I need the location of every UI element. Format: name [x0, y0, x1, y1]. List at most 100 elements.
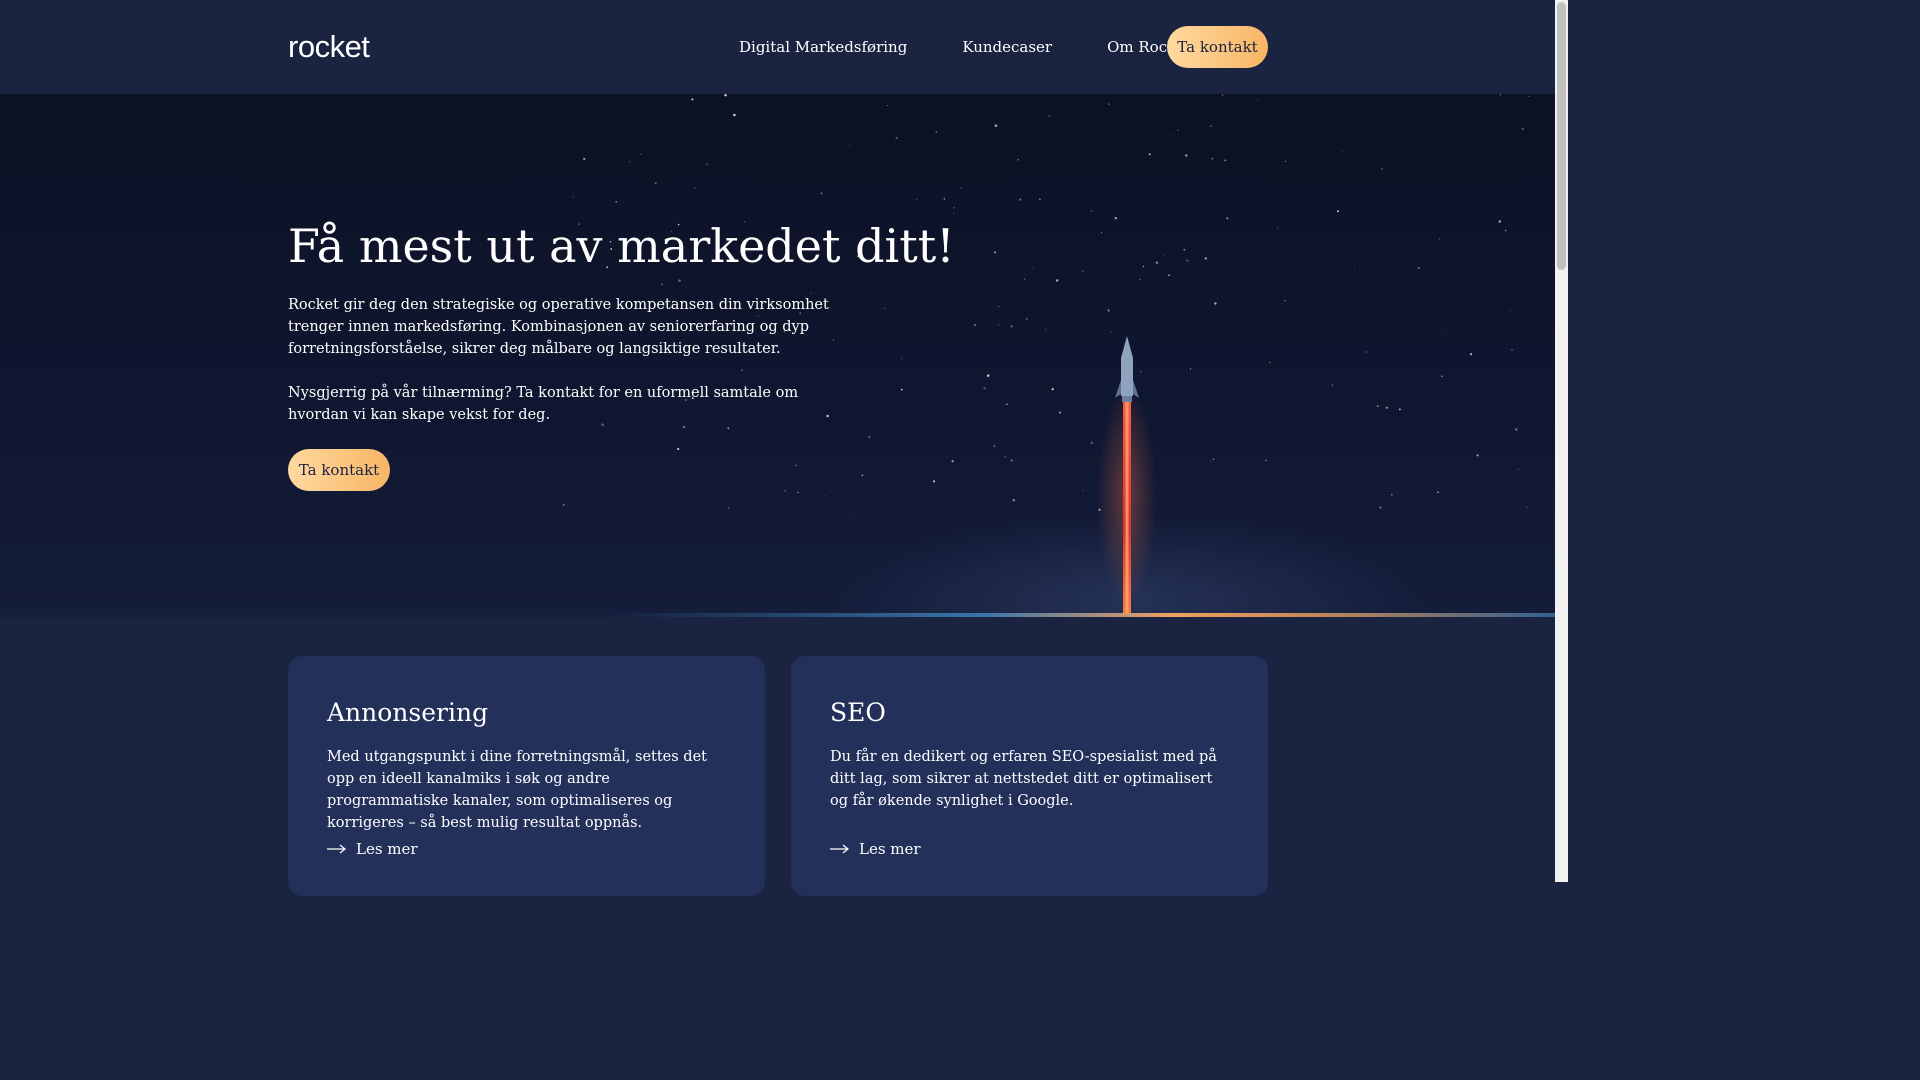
- star: [1418, 267, 1420, 269]
- star: [1331, 384, 1333, 386]
- star: [572, 196, 574, 198]
- star: [986, 374, 990, 377]
- star: [784, 490, 786, 492]
- star: [1214, 302, 1217, 305]
- rocket-logo[interactable]: rocket: [288, 30, 370, 64]
- star: [1163, 254, 1165, 256]
- star: [951, 460, 954, 463]
- star: [1381, 168, 1383, 170]
- star: [1210, 125, 1212, 128]
- star: [1082, 270, 1084, 272]
- star: [741, 369, 743, 371]
- star: [1183, 249, 1185, 251]
- star: [1476, 454, 1479, 457]
- card-link-label: Les mer: [859, 840, 921, 858]
- card-description: Du får en dedikert og erfaren SEO-spesia…: [830, 749, 1217, 809]
- star: [1142, 265, 1145, 268]
- star: [726, 109, 728, 111]
- star: [993, 445, 996, 447]
- star: [943, 198, 945, 200]
- star: [1284, 300, 1286, 302]
- star: [1517, 468, 1520, 470]
- star: [1185, 154, 1188, 157]
- star: [1498, 220, 1501, 223]
- star: [974, 324, 976, 327]
- star: [1101, 232, 1103, 234]
- star: [682, 425, 686, 429]
- star: [1186, 259, 1189, 262]
- star: [1108, 103, 1110, 105]
- star: [583, 157, 586, 160]
- star: [1224, 159, 1227, 162]
- star: [1090, 210, 1093, 212]
- scrollbar-thumb[interactable]: [1557, 2, 1566, 270]
- star: [1499, 94, 1502, 96]
- star: [1438, 238, 1441, 240]
- star: [994, 124, 998, 127]
- star: [635, 463, 637, 465]
- hero-section: Få mest ut av markedet ditt! Rocket gir …: [0, 94, 1555, 617]
- star: [983, 387, 986, 390]
- card-title: SEO: [830, 698, 886, 727]
- card-read-more-link[interactable]: Les mer: [327, 840, 418, 858]
- page-scrollbar[interactable]: [1555, 0, 1568, 882]
- star: [1256, 99, 1259, 101]
- rocket-launch-illustration: [1097, 336, 1157, 614]
- star: [1504, 229, 1507, 232]
- star: [1177, 129, 1179, 132]
- star: [901, 358, 903, 360]
- star: [1004, 456, 1007, 458]
- star: [916, 198, 918, 200]
- star: [797, 491, 799, 494]
- star: [1082, 489, 1084, 491]
- star: [795, 464, 798, 467]
- star: [998, 324, 1000, 326]
- star: [693, 187, 696, 189]
- nav-link-kundecaser[interactable]: Kundecaser: [962, 38, 1052, 56]
- star: [1277, 227, 1279, 229]
- arrow-right-icon: [327, 844, 346, 854]
- star: [724, 94, 727, 97]
- star: [868, 436, 871, 438]
- star: [1110, 331, 1112, 333]
- star: [1045, 329, 1046, 330]
- nav-link-digital-markedsforing[interactable]: Digital Markedsføring: [739, 38, 907, 56]
- header-contact-button[interactable]: Ta kontakt: [1167, 26, 1268, 68]
- star: [1059, 411, 1061, 414]
- star: [1056, 279, 1059, 282]
- hero-paragraph-contact: Nysgjerrig på vår tilnærming? Ta kontakt…: [288, 385, 799, 423]
- star: [823, 495, 825, 497]
- arrow-right-icon: [830, 844, 849, 854]
- star: [640, 153, 642, 155]
- star: [1019, 198, 1022, 201]
- star: [953, 212, 954, 214]
- star: [1032, 267, 1034, 269]
- service-card-seo: SEO Du får en dedikert og erfaren SEO-sp…: [791, 656, 1268, 896]
- star: [1437, 491, 1439, 493]
- star: [661, 283, 664, 286]
- star: [1269, 361, 1271, 364]
- star: [629, 161, 631, 163]
- star: [1207, 96, 1209, 98]
- star: [1114, 216, 1117, 220]
- star: [1006, 403, 1008, 405]
- hero-title: Få mest ut av markedet ditt!: [288, 219, 955, 273]
- star: [1023, 278, 1026, 280]
- star: [1342, 150, 1344, 152]
- star: [994, 251, 996, 254]
- hero-paragraph-intro: Rocket gir deg den strategiske og operat…: [288, 297, 829, 357]
- star: [562, 503, 565, 506]
- star: [1265, 459, 1267, 462]
- star: [1090, 441, 1093, 445]
- star: [1376, 405, 1379, 407]
- star: [1521, 127, 1524, 130]
- star: [1511, 349, 1513, 351]
- star: [691, 98, 694, 101]
- star: [1213, 458, 1215, 460]
- card-read-more-link[interactable]: Les mer: [830, 840, 921, 858]
- star: [932, 480, 936, 483]
- hero-contact-button[interactable]: Ta kontakt: [288, 449, 390, 491]
- star: [1469, 352, 1473, 356]
- star: [820, 192, 823, 195]
- star: [1012, 499, 1015, 502]
